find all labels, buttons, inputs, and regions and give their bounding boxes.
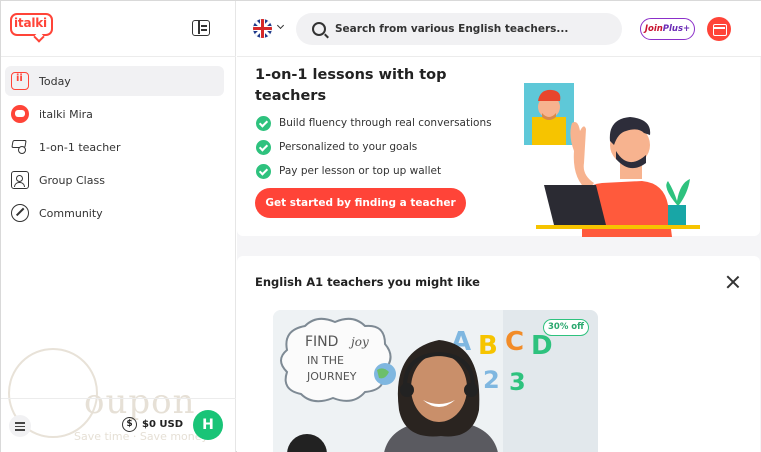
calendar-icon[interactable] bbox=[707, 17, 731, 41]
italki-logo[interactable]: italki bbox=[10, 13, 54, 43]
bullet-text: Pay per lesson or top up wallet bbox=[279, 165, 442, 177]
sidebar-item-label: italki Mira bbox=[39, 107, 93, 121]
top-header: JoinPlus+ bbox=[237, 1, 761, 57]
menu-icon[interactable] bbox=[9, 415, 31, 437]
check-icon bbox=[256, 115, 271, 131]
check-icon bbox=[256, 163, 271, 179]
list-item: Personalized to your goals bbox=[256, 135, 492, 159]
list-item: Pay per lesson or top up wallet bbox=[256, 159, 492, 183]
teacher-search-icon bbox=[11, 138, 29, 156]
teacher-video-thumbnail[interactable]: FIND joy IN THE JOURNEY A B C D 2 3 30% … bbox=[273, 310, 598, 452]
sidebar-item-1on1-teacher[interactable]: 1-on-1 teacher bbox=[5, 132, 224, 162]
wallet-icon: $ bbox=[122, 417, 137, 432]
find-teacher-button[interactable]: Get started by finding a teacher bbox=[255, 188, 466, 218]
sidebar-item-label: 1-on-1 teacher bbox=[39, 140, 121, 154]
search-bar[interactable] bbox=[296, 13, 622, 45]
wallet-amount: $0 USD bbox=[142, 419, 184, 430]
avatar[interactable]: H bbox=[193, 410, 223, 440]
sidebar-item-group-class[interactable]: Group Class bbox=[5, 165, 224, 195]
logo-text: italki bbox=[14, 16, 47, 30]
board-letter: 3 bbox=[509, 368, 526, 396]
search-input[interactable] bbox=[335, 23, 605, 35]
sidebar-item-label: Today bbox=[39, 74, 71, 88]
join-plus-button[interactable]: JoinPlus+ bbox=[640, 18, 695, 40]
collapse-sidebar-icon[interactable] bbox=[192, 20, 210, 36]
mira-icon bbox=[11, 105, 29, 123]
promo-bullets: Build fluency through real conversations… bbox=[256, 111, 492, 183]
today-icon bbox=[11, 72, 29, 90]
sidebar-item-label: Group Class bbox=[39, 173, 105, 187]
board-word: IN THE bbox=[307, 354, 344, 367]
group-class-icon bbox=[11, 171, 29, 189]
uk-flag-icon[interactable] bbox=[253, 19, 272, 38]
sidebar-item-label: Community bbox=[39, 206, 103, 220]
sidebar-item-italki-mira[interactable]: italki Mira bbox=[5, 99, 224, 129]
promo-title: 1-on-1 lessons with top teachers bbox=[255, 67, 447, 104]
discount-badge: 30% off bbox=[543, 319, 589, 336]
section-title: English A1 teachers you might like bbox=[255, 275, 480, 289]
check-icon bbox=[256, 139, 271, 155]
bullet-text: Build fluency through real conversations bbox=[279, 117, 492, 129]
sidebar-nav: Today italki Mira 1-on-1 teacher Group C… bbox=[5, 66, 224, 231]
recommended-teachers-card: English A1 teachers you might like FIND … bbox=[237, 256, 760, 452]
join-label: Join bbox=[644, 24, 663, 34]
community-icon bbox=[11, 204, 29, 222]
sidebar-item-today[interactable]: Today bbox=[5, 66, 224, 96]
search-icon bbox=[312, 22, 326, 36]
chevron-down-icon[interactable] bbox=[276, 21, 285, 30]
board-word: JOURNEY bbox=[306, 370, 357, 383]
close-icon[interactable] bbox=[726, 275, 740, 289]
watermark-text: oupon bbox=[84, 382, 196, 422]
board-letter: 2 bbox=[483, 366, 500, 394]
plus-label: Plus+ bbox=[662, 24, 691, 34]
sidebar: italki Today italki Mira 1-on-1 teacher … bbox=[1, 1, 236, 452]
sidebar-item-community[interactable]: Community bbox=[5, 198, 224, 228]
divider bbox=[1, 398, 236, 399]
teacher-illustration bbox=[524, 83, 700, 237]
list-item: Build fluency through real conversations bbox=[256, 111, 492, 135]
board-word: joy bbox=[348, 335, 369, 349]
board-letter: C bbox=[505, 327, 524, 357]
board-letter: B bbox=[478, 331, 498, 361]
wallet-balance[interactable]: $ $0 USD bbox=[122, 417, 183, 432]
board-word: FIND bbox=[305, 334, 338, 350]
bullet-text: Personalized to your goals bbox=[279, 141, 418, 153]
promo-card: 1-on-1 lessons with top teachers Build f… bbox=[237, 57, 760, 237]
divider bbox=[1, 56, 236, 57]
main-content: 1-on-1 lessons with top teachers Build f… bbox=[237, 57, 761, 452]
